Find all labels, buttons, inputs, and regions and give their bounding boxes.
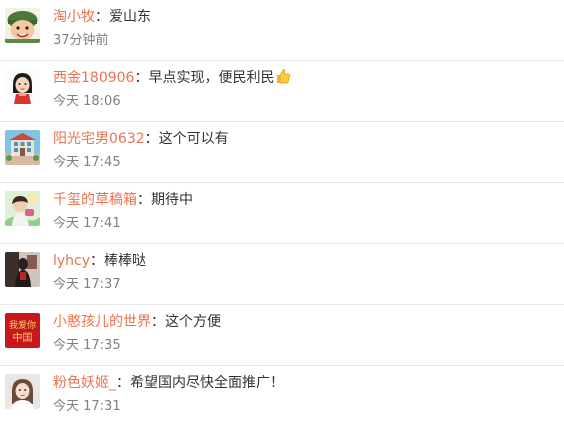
person-photo-avatar[interactable] [5,191,40,226]
comment-time: 37分钟前 [53,33,109,48]
building-photo-avatar[interactable] [5,130,40,165]
comment-item: lyhcy：棒棒哒 今天 17:37 [0,244,564,305]
comment-colon: ： [90,253,105,269]
comment-colon: ： [151,314,165,330]
comment-username[interactable]: 淘小牧 [53,9,95,25]
comment-colon: ： [137,192,151,208]
comment-item: 粉色妖姬_：希望国内尽快全面推广！ 今天 17:31 [0,366,564,424]
dark-photo-avatar[interactable] [5,252,40,287]
cartoon-soldier-avatar[interactable] [5,8,40,43]
comment-item: 千玺的草稿箱：期待中 今天 17:41 [0,183,564,244]
comment-text: 希望国内尽快全面推广！ [130,375,284,391]
china-love-avatar[interactable]: 我爱你 中国 [5,313,40,348]
comment-colon: ： [116,375,130,391]
comment-time: 今天 17:31 [53,399,121,414]
avatar-text-line1: 我爱你 [9,319,36,331]
thumbs-up-icon [275,68,291,91]
comment-username[interactable]: 千玺的草稿箱 [53,192,137,208]
comment-time: 今天 17:37 [53,277,121,292]
comment-text: 期待中 [151,192,193,208]
comment-username[interactable]: 西金180906 [53,70,134,86]
comment-time: 今天 17:41 [53,216,121,231]
comment-item: 淘小牧：爱山东 37分钟前 [0,0,564,61]
comment-text: 这个方便 [165,314,221,330]
comment-username[interactable]: lyhcy [53,253,90,269]
comment-colon: ： [134,70,149,86]
comment-item: 西金180906：早点实现，便民利民 今天 18:06 [0,61,564,122]
comment-username[interactable]: 阳光宅男0632 [53,131,145,147]
comment-list: 淘小牧：爱山东 37分钟前 西金180906：早点实现，便民利民 今天 18:0… [0,0,564,424]
comment-text: 这个可以有 [158,131,229,147]
comment-username[interactable]: 小憨孩儿的世界 [53,314,151,330]
comment-time: 今天 17:45 [53,155,121,170]
comment-time: 今天 18:06 [53,94,121,109]
comment-username[interactable]: 粉色妖姬_ [53,375,116,391]
comment-text: 爱山东 [109,9,151,25]
comment-colon: ： [144,131,159,147]
comment-text: 棒棒哒 [104,253,147,269]
comment-colon: ： [95,9,109,25]
comment-time: 今天 17:35 [53,338,121,353]
cartoon-girl-avatar[interactable] [5,69,40,104]
avatar-text-line2: 中国 [13,331,33,344]
comment-item: 我爱你 中国 小憨孩儿的世界：这个方便 今天 17:35 [0,305,564,366]
comment-item: 阳光宅男0632：这个可以有 今天 17:45 [0,122,564,183]
girl-photo-avatar[interactable] [5,374,40,409]
comment-text: 早点实现，便民利民 [148,70,275,86]
